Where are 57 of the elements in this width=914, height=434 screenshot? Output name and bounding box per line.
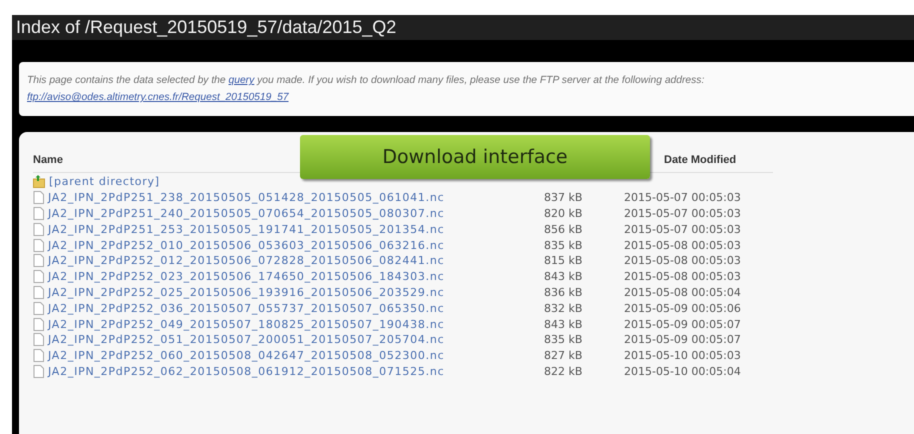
file-icon	[33, 286, 44, 299]
file-size: 822 kB	[544, 364, 584, 378]
file-size: 843 kB	[544, 318, 584, 331]
file-icon	[33, 318, 44, 331]
column-header: Date Modified	[664, 154, 736, 166]
page-title: Index of /Request_20150519_57/data/2015_Q2	[12, 15, 914, 40]
file-size: 843 kB	[544, 270, 584, 284]
file-link[interactable]: JA2_IPN_2PdP252_010_20150506_053603_20150506_063216.nc	[33, 238, 444, 252]
file-size: 835 kB	[544, 238, 584, 252]
file-size: 832 kB	[544, 302, 584, 315]
folder-up-icon	[33, 175, 45, 188]
file-size: 856 kB	[544, 222, 584, 236]
modified-date: 2015-05-07 00:05:03	[624, 222, 742, 236]
file-size: 827 kB	[544, 349, 584, 362]
parent-directory-link[interactable]: [parent directory]	[33, 175, 160, 188]
file-icon	[33, 191, 44, 204]
file-size: 836 kB	[544, 286, 584, 299]
file-icon	[33, 364, 44, 378]
ftp-link[interactable]: ftp://aviso@odes.altimetry.cnes.fr/Request_20150519_57	[27, 92, 289, 103]
file-icon	[33, 254, 44, 268]
modified-date: 2015-05-08 00:05:03	[624, 238, 742, 252]
file-link[interactable]: JA2_IPN_2PdP251_238_20150505_051428_20150505_061041.nc	[33, 191, 444, 204]
file-icon	[33, 222, 44, 236]
query-link[interactable]: query	[228, 75, 254, 86]
modified-date: 2015-05-08 00:05:03	[624, 254, 742, 268]
file-icon	[33, 206, 44, 220]
file-icon	[33, 349, 44, 362]
file-icon	[33, 270, 44, 284]
modified-date: 2015-05-08 00:05:03	[624, 270, 742, 284]
modified-date: 2015-05-08 00:05:04	[624, 286, 742, 299]
column-header: Name	[33, 154, 63, 166]
notice-text: This page contains the data selected by the query you made. If you wish to download many files, please use the FTP server at the following address: ftp://aviso@odes.altimetry.cnes.fr/Request_20150519_57	[19, 62, 914, 116]
file-link[interactable]: JA2_IPN_2PdP252_051_20150507_200051_20150507_205704.nc	[33, 333, 444, 346]
download-interface-banner: Download interface	[300, 135, 650, 179]
file-size: 815 kB	[544, 254, 584, 268]
file-link[interactable]: JA2_IPN_2PdP252_060_20150508_042647_20150508_052300.nc	[33, 349, 444, 362]
file-link[interactable]: JA2_IPN_2PdP252_023_20150506_174650_20150506_184303.nc	[33, 270, 444, 284]
file-link[interactable]: JA2_IPN_2PdP252_036_20150507_055737_20150507_065350.nc	[33, 302, 444, 315]
file-link[interactable]: JA2_IPN_2PdP251_253_20150505_191741_20150505_201354.nc	[33, 222, 444, 236]
file-link[interactable]: JA2_IPN_2PdP251_240_20150505_070654_20150505_080307.nc	[33, 206, 444, 220]
file-size: 835 kB	[544, 333, 584, 346]
file-link[interactable]: JA2_IPN_2PdP252_012_20150506_072828_20150506_082441.nc	[33, 254, 444, 268]
modified-date: 2015-05-09 00:05:06	[624, 302, 742, 315]
file-link[interactable]: JA2_IPN_2PdP252_062_20150508_061912_20150508_071525.nc	[33, 364, 444, 378]
file-size: 837 kB	[544, 191, 584, 204]
modified-date: 2015-05-10 00:05:04	[624, 364, 742, 378]
modified-date: 2015-05-07 00:05:03	[624, 191, 742, 204]
modified-date: 2015-05-09 00:05:07	[624, 333, 742, 346]
file-icon	[33, 302, 44, 315]
file-icon	[33, 238, 44, 252]
file-size: 820 kB	[544, 206, 584, 220]
file-link[interactable]: JA2_IPN_2PdP252_049_20150507_180825_20150507_190438.nc	[33, 318, 444, 331]
modified-date: 2015-05-10 00:05:03	[624, 349, 742, 362]
file-link[interactable]: JA2_IPN_2PdP252_025_20150506_193916_20150506_203529.nc	[33, 286, 444, 299]
modified-date: 2015-05-09 00:05:07	[624, 318, 742, 331]
modified-date: 2015-05-07 00:05:03	[624, 206, 742, 220]
file-icon	[33, 333, 44, 346]
